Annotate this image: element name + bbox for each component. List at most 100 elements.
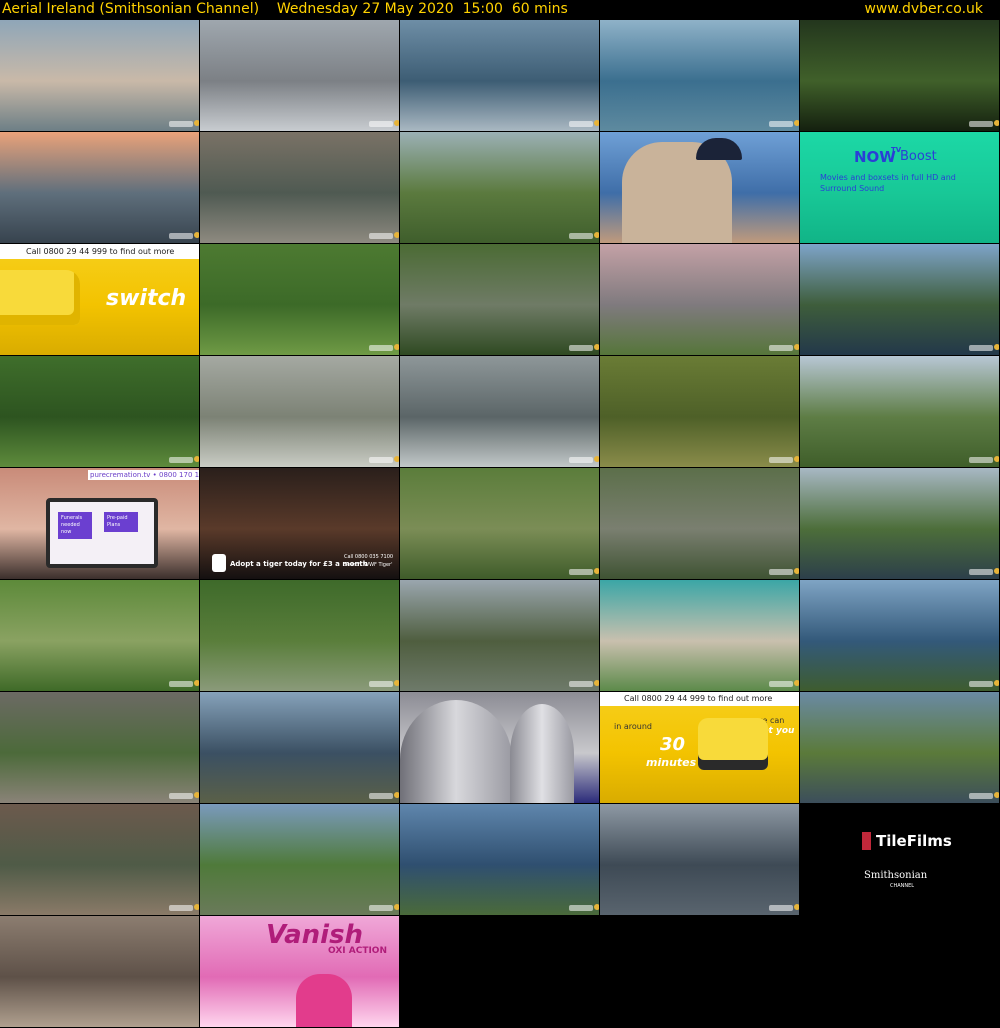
switch-text: switch — [106, 286, 187, 311]
ft-call-banner: Call 0800 29 44 999 to find out more — [600, 692, 799, 706]
page-header: Aerial Ireland (Smithsonian Channel) Wed… — [0, 0, 1000, 20]
coin-left-icon — [400, 700, 512, 803]
smithsonian-watermark-icon — [369, 344, 399, 351]
thumbnail-now-tv-ad[interactable]: NOW TV Boost Movies and boxsets in full HD … — [800, 132, 999, 243]
thumbnail-coast-cliff-green[interactable] — [800, 692, 999, 803]
smithsonian-watermark-icon — [769, 680, 799, 687]
smithsonian-watermark-icon — [369, 680, 399, 687]
smithsonian-watermark-icon — [969, 344, 999, 351]
smithsonian-watermark-icon — [369, 232, 399, 239]
thumbnail-baseball-player-ad[interactable] — [600, 132, 799, 243]
smithsonian-watermark-icon — [769, 344, 799, 351]
thumbnail-coins-ad[interactable] — [400, 692, 599, 803]
smithsonian-watermark-icon — [569, 344, 599, 351]
smithsonian-watermark-icon — [969, 680, 999, 687]
smithsonian-watermark-icon — [369, 792, 399, 799]
smithsonian-watermark-icon — [169, 456, 199, 463]
thumbnail-green-estate-lake[interactable] — [400, 132, 599, 243]
thumbnail-rock-of-cashel[interactable] — [600, 244, 799, 355]
smithsonian-watermark-icon — [169, 680, 199, 687]
smithsonian-watermark-icon — [769, 904, 799, 911]
thumbnail-burren-limestone[interactable] — [200, 356, 399, 467]
thumbnail-grid: NOW TV Boost Movies and boxsets in full HD … — [0, 20, 1000, 1028]
thumbnail-pure-cremation-ad[interactable]: purecremation.tv • 0800 170 1121 Funerals… — [0, 468, 199, 579]
pure-cremation-screen-a: Funerals needed now — [58, 512, 92, 539]
thumbnail-vanish-ad[interactable]: Vanish OXI ACTION — [200, 916, 399, 1027]
thumbnail-skellig-sea[interactable] — [600, 804, 799, 915]
thumbnail-close-up-carved-stone[interactable] — [0, 916, 199, 1027]
thumbnail-island-speedboat[interactable] — [600, 20, 799, 131]
now-tv-logo: NOW — [854, 148, 896, 166]
thumbnail-motorway-fields[interactable] — [0, 580, 199, 691]
smithsonian-watermark-icon — [369, 904, 399, 911]
pure-cremation-screen-b: Pre-paid Plans — [104, 512, 138, 532]
smithsonian-watermark-icon — [169, 792, 199, 799]
thumbnail-lake-islands[interactable] — [800, 580, 999, 691]
smithsonian-watermark-icon — [969, 120, 999, 127]
thumbnail-waves-rocky-shore[interactable] — [400, 356, 599, 467]
smithsonian-watermark-icon — [169, 120, 199, 127]
thumbnail-yellow-van-switch-ad[interactable]: Call 0800 29 44 999 to find out more swit… — [0, 244, 199, 355]
vanish-subtitle: OXI ACTION — [328, 946, 387, 956]
thumbnail-wwf-tiger-ad[interactable]: Adopt a tiger today for £3 a month Call 0… — [200, 468, 399, 579]
thumbnail-tilefilms-credits[interactable]: TileFilms Smithsonian CHANNEL — [800, 804, 999, 915]
smithsonian-watermark-icon — [969, 568, 999, 575]
thumbnail-beach-shoreline-dusk[interactable] — [0, 20, 199, 131]
yellow-van-icon — [698, 718, 768, 770]
smithsonian-watermark-icon — [769, 568, 799, 575]
channel-label: CHANNEL — [890, 883, 915, 889]
wwf-panda-logo — [212, 554, 226, 572]
smithsonian-watermark-icon — [569, 568, 599, 575]
smithsonian-watermark-icon — [569, 680, 599, 687]
thumbnail-old-town-rooftops[interactable] — [0, 804, 199, 915]
thumbnail-dublin-city-aerial[interactable] — [200, 20, 399, 131]
thumbnail-road-green-valley[interactable] — [0, 356, 199, 467]
broadcast-time: 15:00 — [462, 1, 503, 17]
thumbnail-cruise-ship-port[interactable] — [400, 20, 599, 131]
thumbnail-mountains-mist[interactable] — [400, 580, 599, 691]
smithsonian-watermark-icon — [169, 232, 199, 239]
thumbnail-cliff-valley-clouds[interactable] — [800, 356, 999, 467]
pure-cremation-url: purecremation.tv • 0800 170 1121 — [88, 470, 199, 480]
smithsonian-logo: Smithsonian — [864, 870, 928, 881]
now-tv-description: Movies and boxsets in full HD and Surrou… — [820, 173, 956, 193]
wwf-call: Call 0800 035 7100 — [344, 554, 394, 560]
thumbnail-dunluce-castle[interactable] — [200, 692, 399, 803]
tilefilms-mark-icon — [862, 832, 871, 850]
thumbnail-trinity-college-sunset[interactable] — [0, 132, 199, 243]
presenter-figure — [296, 974, 352, 1027]
thumbnail-city-rooftops[interactable] — [200, 132, 399, 243]
smithsonian-watermark-icon — [169, 904, 199, 911]
ft-in-around: in around — [614, 722, 652, 731]
thumbnail-river-bridge-fields[interactable] — [400, 468, 599, 579]
ft-minutes: minutes — [646, 756, 697, 769]
cap-icon — [696, 138, 742, 160]
thumbnail-terraced-town[interactable] — [0, 692, 199, 803]
thumbnail-yellow-van-30-min-ad[interactable]: Call 0800 29 44 999 to find out more in a… — [600, 692, 799, 803]
thumbnail-town-aerial[interactable] — [600, 468, 799, 579]
thumbnail-castle-woods[interactable] — [200, 580, 399, 691]
thumbnail-forest-canopy[interactable] — [800, 20, 999, 131]
thumbnail-glendalough-lake[interactable] — [800, 244, 999, 355]
smithsonian-watermark-icon — [969, 456, 999, 463]
thumbnail-coast-beach-aerial[interactable] — [600, 580, 799, 691]
ft-30: 30 — [660, 734, 686, 755]
thumbnail-city-green-park[interactable] — [200, 804, 399, 915]
now-tv-boost: Boost — [900, 149, 937, 164]
smithsonian-watermark-icon — [369, 456, 399, 463]
thumbnail-green-fields-fort[interactable] — [200, 244, 399, 355]
site-link[interactable]: www.dvber.co.uk — [864, 0, 983, 19]
thumbnail-river-town[interactable] — [400, 804, 599, 915]
smithsonian-watermark-icon — [369, 120, 399, 127]
wwf-search: Search 'WWF Tiger' — [344, 562, 393, 568]
coin-right-icon — [510, 704, 574, 803]
broadcast-date: Wednesday 27 May 2020 — [276, 1, 454, 17]
tilefilms-logo: TileFilms — [876, 832, 952, 850]
thumbnail-bog-boardwalk[interactable] — [600, 356, 799, 467]
smithsonian-watermark-icon — [769, 120, 799, 127]
programme-title: Aerial Ireland (Smithsonian Channel) — [2, 1, 260, 17]
thumbnail-ruin-overhead[interactable] — [400, 244, 599, 355]
programme-duration: 60 mins — [511, 1, 568, 17]
smithsonian-watermark-icon — [569, 232, 599, 239]
thumbnail-stone-bridge-river[interactable] — [800, 468, 999, 579]
